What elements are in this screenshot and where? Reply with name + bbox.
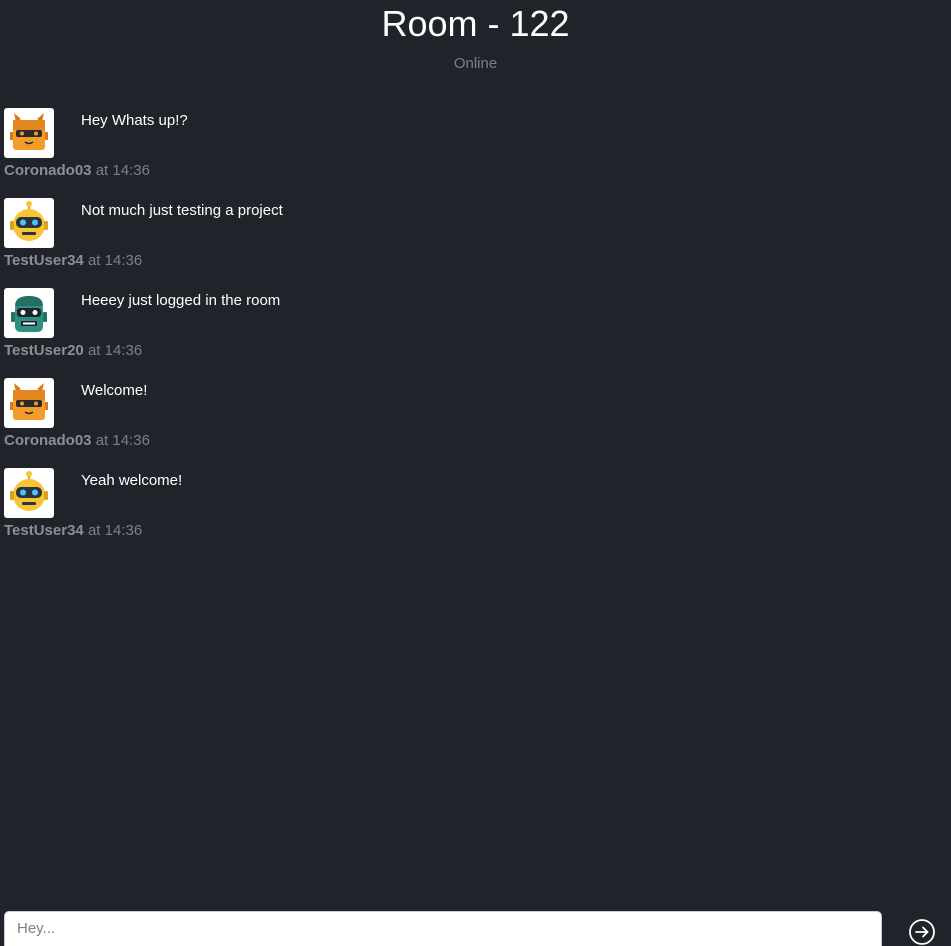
message-meta: Coronado03 at 14:36 xyxy=(4,432,150,450)
arrow-right-circle-icon xyxy=(909,919,935,945)
message-text: Not much just testing a project xyxy=(81,202,283,219)
message-text: Hey Whats up!? xyxy=(81,112,188,129)
message-time: 14:36 xyxy=(112,432,150,449)
message-at-label: at xyxy=(87,342,101,359)
message-composer xyxy=(4,911,882,946)
message-item: Yeah welcome! TestUser34 at 14:36 xyxy=(4,468,944,558)
yellow-robot-avatar xyxy=(4,468,54,518)
message-item: Welcome! Coronado03 at 14:36 xyxy=(4,378,944,468)
message-meta: TestUser34 at 14:36 xyxy=(4,522,142,540)
message-meta: TestUser34 at 14:36 xyxy=(4,252,142,270)
message-meta: TestUser20 at 14:36 xyxy=(4,342,142,360)
message-text: Yeah welcome! xyxy=(81,472,183,489)
message-text: Heeey just logged in the room xyxy=(81,292,281,309)
message-username: TestUser34 xyxy=(4,522,84,539)
message-list: Hey Whats up!? Coronado03 at 14:36 Not m… xyxy=(4,108,944,558)
room-title: Room - 122 xyxy=(381,3,570,44)
message-username: Coronado03 xyxy=(4,432,92,449)
message-time: 14:36 xyxy=(104,252,143,269)
message-item: Hey Whats up!? Coronado03 at 14:36 xyxy=(4,108,944,198)
message-item: Heeey just logged in the room TestUser20… xyxy=(4,288,944,378)
message-item: Not much just testing a project TestUser… xyxy=(4,198,944,288)
message-input[interactable] xyxy=(5,912,881,946)
message-username: TestUser34 xyxy=(4,252,84,269)
message-text: Welcome! xyxy=(81,382,148,399)
chat-room-page: Room - 122 Online Hey Whats up!? Coronad… xyxy=(0,0,951,946)
message-time: 14:36 xyxy=(104,342,143,359)
message-at-label: at xyxy=(87,522,101,539)
message-at-label: at xyxy=(95,162,109,179)
orange-robot-avatar xyxy=(4,378,54,428)
message-meta: Coronado03 at 14:36 xyxy=(4,162,150,180)
message-time: 14:36 xyxy=(112,162,150,179)
message-username: TestUser20 xyxy=(4,342,84,359)
room-header: Room - 122 Online xyxy=(0,0,951,74)
message-at-label: at xyxy=(95,432,109,449)
message-at-label: at xyxy=(87,252,101,269)
message-username: Coronado03 xyxy=(4,162,92,179)
message-time: 14:36 xyxy=(104,522,143,539)
orange-robot-avatar xyxy=(4,108,54,158)
room-status: Online xyxy=(453,55,498,72)
send-button[interactable] xyxy=(908,918,936,946)
teal-robot-avatar xyxy=(4,288,54,338)
yellow-robot-avatar xyxy=(4,198,54,248)
